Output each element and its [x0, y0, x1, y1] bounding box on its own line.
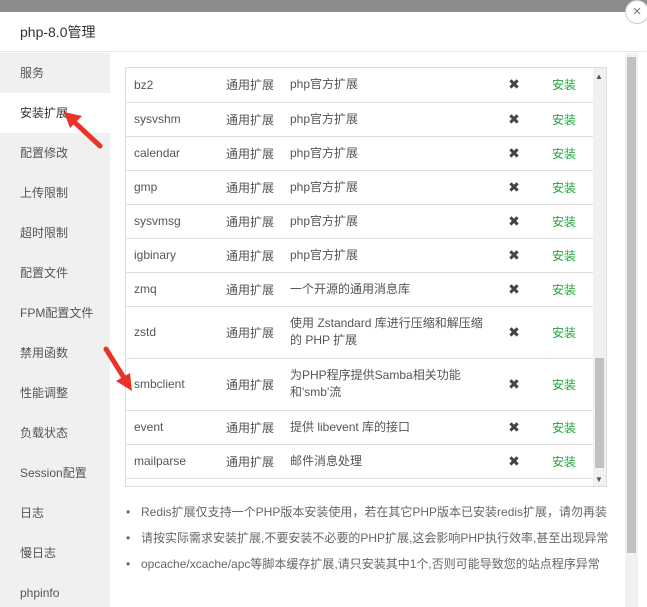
ext-name: smbclient: [126, 358, 218, 411]
ext-type: 通用扩展: [218, 238, 282, 273]
table-row: sysvshm 通用扩展 php官方扩展 ✖ 安装: [126, 102, 594, 137]
scroll-down-icon[interactable]: ▼: [595, 475, 603, 484]
sidebar-item-disabled-functions[interactable]: 禁用函数: [0, 333, 110, 373]
sidebar-item-load-status[interactable]: 负载状态: [0, 413, 110, 453]
table-scrollbar[interactable]: ▲ ▼: [593, 68, 606, 486]
not-installed-icon: ✖: [494, 306, 534, 359]
annotation-arrow-icon: [103, 346, 132, 391]
ext-desc: php官方扩展: [282, 170, 494, 205]
table-row: calendar 通用扩展 php官方扩展 ✖ 安装: [126, 136, 594, 171]
table-row: zmq 通用扩展 一个开源的通用消息库 ✖ 安装: [126, 272, 594, 307]
table-row: event 通用扩展 提供 libevent 库的接口 ✖ 安装: [126, 410, 594, 445]
php-manager-dialog: php-8.0管理 × 服务 安装扩展 配置修改 上传限制 超时限制 配置文件 …: [0, 0, 647, 607]
ext-desc: php官方扩展: [282, 68, 494, 103]
backdrop-bar: [0, 0, 647, 12]
ext-desc: php官方扩展: [282, 238, 494, 273]
ext-desc: 邮件消息处理: [282, 444, 494, 479]
ext-name: event: [126, 410, 218, 445]
not-installed-icon: ✖: [494, 170, 534, 205]
ext-name: bz2: [126, 68, 218, 103]
ext-type: 通用扩展: [218, 204, 282, 239]
sidebar-item-log[interactable]: 日志: [0, 493, 110, 533]
table-row: sysvmsg 通用扩展 php官方扩展 ✖ 安装: [126, 204, 594, 239]
table-row: mailparse 通用扩展 邮件消息处理 ✖ 安装: [126, 444, 594, 479]
not-installed-icon: ✖: [494, 68, 534, 103]
ext-name: sysvshm: [126, 102, 218, 137]
ext-name: mailparse: [126, 444, 218, 479]
sidebar-item-timeout-limit[interactable]: 超时限制: [0, 213, 110, 253]
sidebar-item-service[interactable]: 服务: [0, 53, 110, 93]
install-link[interactable]: 安装: [534, 306, 594, 359]
note-item: Redis扩展仅支持一个PHP版本安装使用，若在其它PHP版本已安装redis扩…: [124, 501, 610, 523]
ext-name: zmq: [126, 272, 218, 307]
annotation-arrow-icon: [64, 112, 103, 149]
not-installed-icon: ✖: [494, 102, 534, 137]
install-link[interactable]: 安装: [534, 444, 594, 479]
ext-type: 通用扩展: [218, 170, 282, 205]
install-link[interactable]: 安装: [534, 410, 594, 445]
extensions-table-container: bz2 通用扩展 php官方扩展 ✖ 安装 sysvshm 通用扩展 php官方…: [125, 67, 607, 487]
ext-type: 通用扩展: [218, 272, 282, 307]
ext-type: 通用扩展: [218, 102, 282, 137]
ext-name: zstd: [126, 306, 218, 359]
sidebar-item-fpm-config[interactable]: FPM配置文件: [0, 293, 110, 333]
table-row: bz2 通用扩展 php官方扩展 ✖ 安装: [126, 68, 594, 103]
table-row: gmp 通用扩展 php官方扩展 ✖ 安装: [126, 170, 594, 205]
install-link[interactable]: 安装: [534, 272, 594, 307]
table-row: igbinary 通用扩展 php官方扩展 ✖ 安装: [126, 238, 594, 273]
install-link[interactable]: 安装: [534, 68, 594, 103]
ext-name: igbinary: [126, 238, 218, 273]
table-row: smbclient 通用扩展 为PHP程序提供Samba相关功能和'smb'流 …: [126, 358, 594, 411]
install-link[interactable]: 安装: [534, 204, 594, 239]
ext-desc: 使用 Zstandard 库进行压缩和解压缩的 PHP 扩展: [282, 306, 494, 359]
ext-type: 通用扩展: [218, 136, 282, 171]
not-installed-icon: ✖: [494, 136, 534, 171]
scroll-up-icon[interactable]: ▲: [595, 72, 603, 81]
ext-desc: php官方扩展: [282, 102, 494, 137]
ext-type: 通用扩展: [218, 68, 282, 103]
notes-list: Redis扩展仅支持一个PHP版本安装使用，若在其它PHP版本已安装redis扩…: [124, 501, 610, 579]
ext-desc: 提供 libevent 库的接口: [282, 410, 494, 445]
panel-scroll-thumb[interactable]: [627, 57, 636, 553]
install-link[interactable]: 安装: [534, 102, 594, 137]
sidebar-item-performance[interactable]: 性能调整: [0, 373, 110, 413]
sidebar-item-session-config[interactable]: Session配置: [0, 453, 110, 493]
install-link[interactable]: 安装: [534, 238, 594, 273]
table-scroll-thumb[interactable]: [595, 358, 604, 468]
note-item: opcache/xcache/apc等脚本缓存扩展,请只安装其中1个,否则可能导…: [124, 553, 610, 575]
sidebar-item-slow-log[interactable]: 慢日志: [0, 533, 110, 573]
sidebar-item-upload-limit[interactable]: 上传限制: [0, 173, 110, 213]
sidebar-item-phpinfo[interactable]: phpinfo: [0, 573, 110, 607]
dialog-title: php-8.0管理: [0, 12, 647, 52]
ext-name: sysvmsg: [126, 204, 218, 239]
ext-desc: php官方扩展: [282, 136, 494, 171]
not-installed-icon: ✖: [494, 358, 534, 411]
ext-type: 通用扩展: [218, 410, 282, 445]
table-row: zstd 通用扩展 使用 Zstandard 库进行压缩和解压缩的 PHP 扩展…: [126, 306, 594, 359]
not-installed-icon: ✖: [494, 272, 534, 307]
ext-type: 通用扩展: [218, 358, 282, 411]
sidebar-item-config-file[interactable]: 配置文件: [0, 253, 110, 293]
ext-desc: 一个开源的通用消息库: [282, 272, 494, 307]
not-installed-icon: ✖: [494, 204, 534, 239]
extensions-table: bz2 通用扩展 php官方扩展 ✖ 安装 sysvshm 通用扩展 php官方…: [126, 68, 594, 479]
close-icon[interactable]: ×: [625, 0, 647, 24]
ext-desc: php官方扩展: [282, 204, 494, 239]
panel-scrollbar[interactable]: [625, 53, 638, 607]
install-link[interactable]: 安装: [534, 136, 594, 171]
note-item: 请按实际需求安装扩展,不要安装不必要的PHP扩展,这会影响PHP执行效率,甚至出…: [124, 527, 610, 549]
ext-desc: 为PHP程序提供Samba相关功能和'smb'流: [282, 358, 494, 411]
install-link[interactable]: 安装: [534, 170, 594, 205]
ext-type: 通用扩展: [218, 306, 282, 359]
not-installed-icon: ✖: [494, 444, 534, 479]
ext-type: 通用扩展: [218, 444, 282, 479]
not-installed-icon: ✖: [494, 238, 534, 273]
ext-name: calendar: [126, 136, 218, 171]
not-installed-icon: ✖: [494, 410, 534, 445]
extensions-panel: bz2 通用扩展 php官方扩展 ✖ 安装 sysvshm 通用扩展 php官方…: [110, 53, 622, 607]
ext-name: gmp: [126, 170, 218, 205]
install-link[interactable]: 安装: [534, 358, 594, 411]
